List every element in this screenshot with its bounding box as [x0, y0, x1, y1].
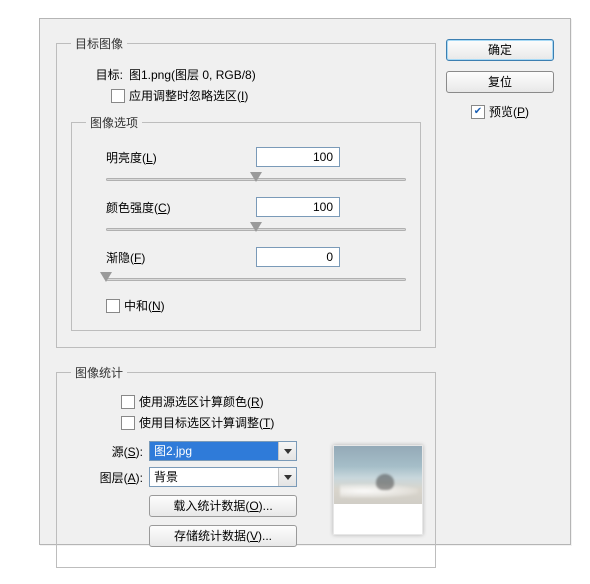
thumbnail-image — [334, 446, 422, 504]
use-target-sel-label: 使用目标选区计算调整(T) — [139, 414, 274, 431]
target-value: 图1.png(图层 0, RGB/8) — [129, 66, 256, 83]
luminance-label: 明亮度(L) — [106, 149, 256, 166]
source-thumbnail — [333, 445, 423, 535]
source-value: 图2.jpg — [150, 442, 278, 460]
fade-label: 渐隐(F) — [106, 249, 256, 266]
target-label: 目标: — [91, 66, 129, 83]
image-options-legend: 图像选项 — [86, 114, 142, 131]
use-source-sel-label: 使用源选区计算颜色(R) — [139, 393, 264, 410]
preview-label: 预览(P) — [489, 103, 529, 120]
reset-button[interactable]: 复位 — [446, 71, 554, 93]
luminance-slider[interactable] — [106, 173, 406, 187]
fade-slider[interactable] — [106, 273, 406, 287]
layer-combo[interactable]: 背景 — [149, 467, 297, 487]
luminance-input[interactable] — [256, 147, 340, 167]
load-stats-button[interactable]: 载入统计数据(O)... — [149, 495, 297, 517]
ignore-selection-label: 应用调整时忽略选区(I) — [129, 87, 248, 104]
image-options-group: 图像选项 明亮度(L) 颜色强度(C) — [71, 114, 421, 331]
source-combo[interactable]: 图2.jpg — [149, 441, 297, 461]
preview-checkbox[interactable] — [471, 105, 485, 119]
fade-thumb[interactable] — [100, 272, 112, 282]
chevron-down-icon[interactable] — [278, 442, 296, 460]
image-stats-group: 图像统计 使用源选区计算颜色(R) 使用目标选区计算调整(T) 源(S): 图2… — [56, 364, 436, 568]
neutralize-label: 中和(N) — [124, 297, 165, 314]
dialog: 确定 复位 预览(P) 目标图像 目标: 图1.png(图层 0, RGB/8)… — [39, 18, 571, 545]
right-column: 确定 复位 预览(P) — [446, 39, 554, 120]
layer-label: 图层(A): — [71, 469, 149, 486]
target-image-legend: 目标图像 — [71, 35, 127, 52]
neutralize-checkbox[interactable] — [106, 299, 120, 313]
use-source-sel-checkbox[interactable] — [121, 395, 135, 409]
source-label: 源(S): — [71, 443, 149, 460]
intensity-thumb[interactable] — [250, 222, 262, 232]
intensity-slider[interactable] — [106, 223, 406, 237]
ok-button[interactable]: 确定 — [446, 39, 554, 61]
save-stats-button[interactable]: 存储统计数据(V)... — [149, 525, 297, 547]
target-image-group: 目标图像 目标: 图1.png(图层 0, RGB/8) 应用调整时忽略选区(I… — [56, 35, 436, 348]
left-area: 目标图像 目标: 图1.png(图层 0, RGB/8) 应用调整时忽略选区(I… — [56, 35, 436, 584]
use-target-sel-checkbox[interactable] — [121, 416, 135, 430]
image-stats-legend: 图像统计 — [71, 364, 127, 381]
intensity-label: 颜色强度(C) — [106, 199, 256, 216]
luminance-thumb[interactable] — [250, 172, 262, 182]
layer-value: 背景 — [150, 468, 278, 486]
fade-input[interactable] — [256, 247, 340, 267]
ignore-selection-checkbox[interactable] — [111, 89, 125, 103]
chevron-down-icon[interactable] — [278, 468, 296, 486]
intensity-input[interactable] — [256, 197, 340, 217]
